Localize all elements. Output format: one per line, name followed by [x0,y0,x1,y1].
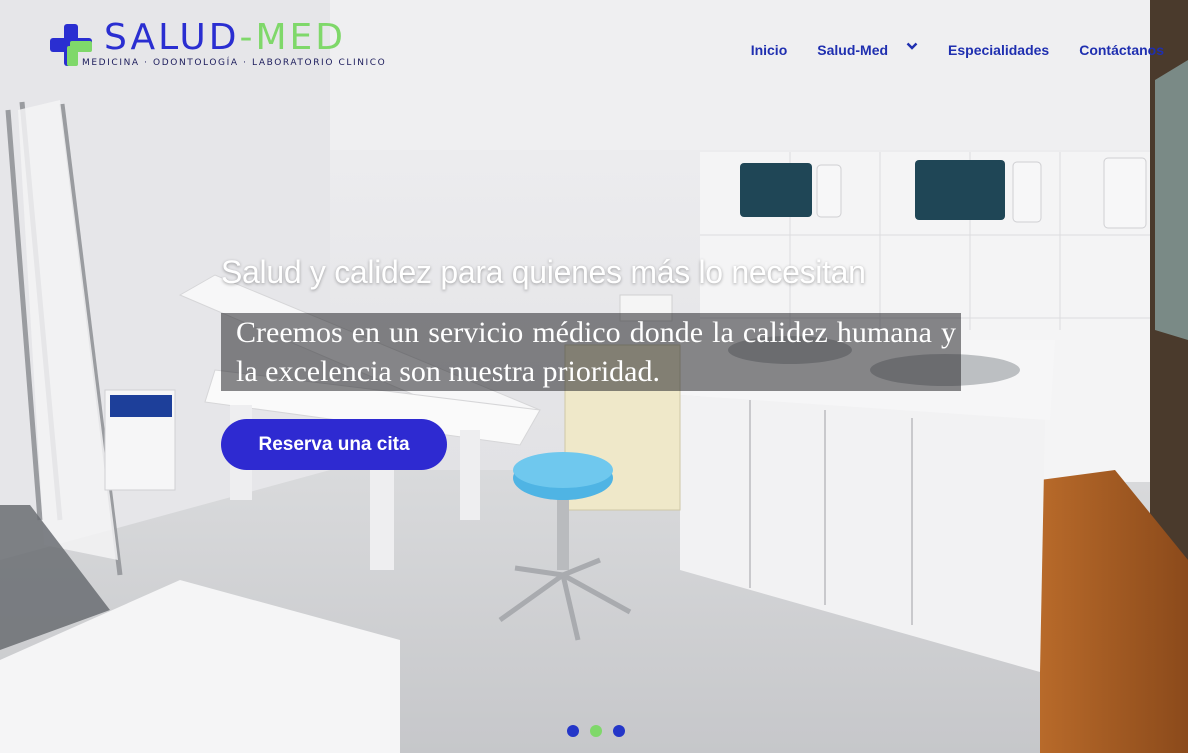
carousel-dot-2[interactable] [590,725,602,737]
nav-item-label: Especialidades [948,42,1050,58]
nav-item-salud-med[interactable]: Salud-Med [817,42,918,58]
nav-item-contactanos[interactable]: Contáctanos [1079,42,1164,58]
brand-name-part1: SALUD [104,17,240,58]
carousel-dot-1[interactable] [567,725,579,737]
brand-name-part2: MED [255,17,347,58]
brand-name: SALUD-MED [104,16,346,60]
nav-item-especialidades[interactable]: Especialidades [948,42,1049,58]
brand-name-dash: - [239,17,256,58]
carousel-indicators [567,725,636,737]
nav-item-label: Salud-Med [817,42,889,58]
book-appointment-button[interactable]: Reserva una cita [221,419,447,470]
brand-tagline: MEDICINA · ODONTOLOGÍA · LABORATORIO CLI… [82,58,387,68]
brand-logo[interactable]: SALUD-MED MEDICINA · ODONTOLOGÍA · LABOR… [48,16,408,74]
chevron-down-icon[interactable] [906,40,918,52]
main-nav: Inicio Salud-Med Especialidades Contácta… [721,42,1164,58]
hero-headline: Salud y calidez para quienes más lo nece… [221,254,866,290]
hero-subtext: Creemos en un servicio médico donde la c… [236,316,956,388]
nav-item-label: Inicio [750,42,788,58]
nav-item-label: Contáctanos [1079,42,1164,58]
nav-item-inicio[interactable]: Inicio [751,42,788,58]
carousel-dot-3[interactable] [613,725,625,737]
